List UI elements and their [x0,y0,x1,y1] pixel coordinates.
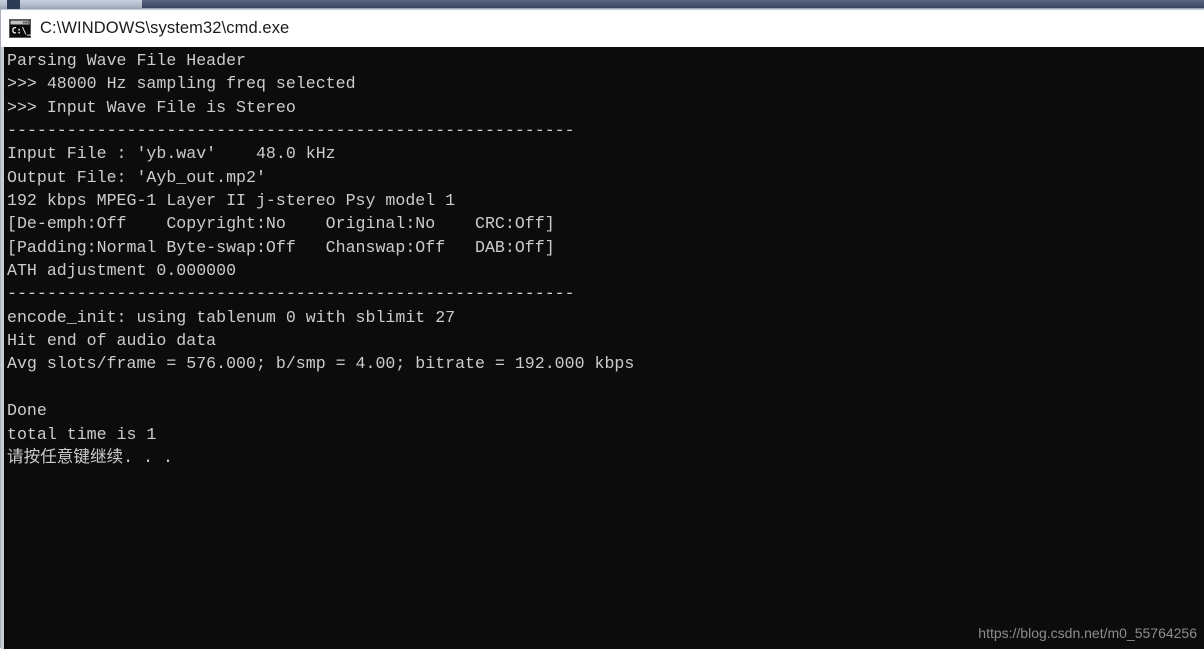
console-output-area[interactable]: Parsing Wave File Header >>> 48000 Hz sa… [1,47,1204,649]
svg-text:C:\_: C:\_ [12,26,31,36]
console-text-content: Parsing Wave File Header >>> 48000 Hz sa… [7,51,635,467]
desktop-background-strip-right [142,0,1204,8]
window-title-text: C:\WINDOWS\system32\cmd.exe [40,19,290,37]
cmd-console-icon: C:\_ [9,19,33,38]
desktop-background-strip [0,0,1204,9]
cmd-console-window: C:\_ C:\WINDOWS\system32\cmd.exe Parsing… [0,9,1204,649]
watermark-url: https://blog.csdn.net/m0_55764256 [978,625,1197,641]
taskbar-marker [7,0,20,9]
window-title-bar[interactable]: C:\_ C:\WINDOWS\system32\cmd.exe [1,10,1204,47]
